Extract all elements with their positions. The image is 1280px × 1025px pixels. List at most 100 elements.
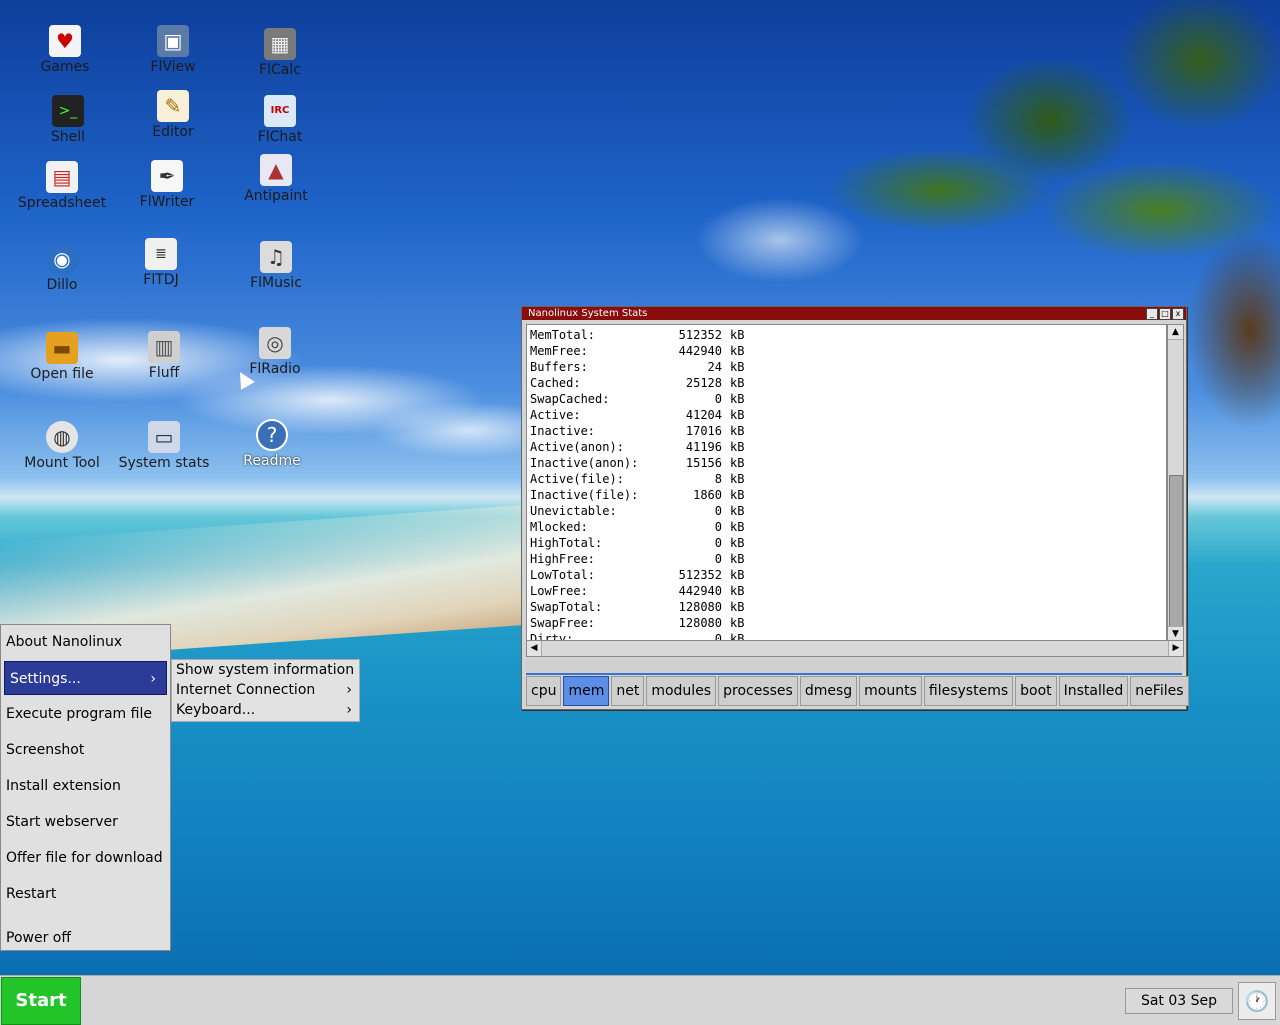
stats-unit: kB <box>730 392 745 406</box>
menu-item-screenshot[interactable]: Screenshot <box>1 733 170 767</box>
desktop-icon-flview[interactable]: ▣ FlView <box>123 25 223 75</box>
tab-net[interactable]: net <box>611 676 645 706</box>
desktop-icon-label: Readme <box>243 453 301 469</box>
menu-item-offer-file-for-download[interactable]: Offer file for download <box>1 841 170 875</box>
desktop-icon-shell[interactable]: >_ Shell <box>18 95 118 145</box>
tab-installed[interactable]: Installed <box>1058 676 1129 706</box>
stats-value: 128080 <box>678 616 722 630</box>
stats-value: 512352 <box>678 328 722 342</box>
desktop-icon-open-file[interactable]: ▬ Open file <box>12 332 112 382</box>
desktop-icon-flmusic[interactable]: ♫ FlMusic <box>226 241 326 291</box>
tab-nefiles[interactable]: neFiles <box>1130 676 1189 706</box>
stats-unit: kB <box>730 360 745 374</box>
desktop-icon-flwriter[interactable]: ✒ FlWriter <box>117 160 217 210</box>
desktop-icon-fltdj[interactable]: ≣ FlTDJ <box>111 238 211 288</box>
minimize-button[interactable]: _ <box>1146 308 1158 320</box>
scroll-thumb[interactable] <box>1169 475 1183 627</box>
stats-row: LowTotal: 512352 kB <box>530 567 744 583</box>
stats-row: Buffers: 24 kB <box>530 359 744 375</box>
stats-unit: kB <box>730 488 745 502</box>
submenu-item-show-system-information[interactable]: Show system information <box>176 660 356 680</box>
stats-unit: kB <box>730 584 745 598</box>
stats-key: Inactive(anon): <box>530 456 639 470</box>
menu-item-about-nanolinux[interactable]: About Nanolinux <box>1 625 170 659</box>
menu-item-restart[interactable]: Restart <box>1 877 170 911</box>
stats-key: LowFree: <box>530 584 588 598</box>
stats-value: 442940 <box>678 584 722 598</box>
stats-value: 25128 <box>685 376 722 390</box>
desktop-icon-label: FlTDJ <box>143 272 179 288</box>
stats-row: SwapCached: 0 kB <box>530 391 744 407</box>
scroll-right-button[interactable]: ▶ <box>1168 641 1183 656</box>
stats-row: HighTotal: 0 kB <box>530 535 744 551</box>
scroll-left-button[interactable]: ◀ <box>527 641 542 656</box>
stats-row: SwapTotal: 128080 kB <box>530 599 744 615</box>
menu-item-install-extension[interactable]: Install extension <box>1 769 170 803</box>
scroll-up-button[interactable]: ▲ <box>1168 325 1183 340</box>
stats-value: 512352 <box>678 568 722 582</box>
maximize-button[interactable]: □ <box>1159 308 1171 320</box>
menu-item-power-off[interactable]: Power off <box>1 921 170 955</box>
desktop-icon-label: Dillo <box>46 277 78 293</box>
tab-mounts[interactable]: mounts <box>859 676 922 706</box>
menu-item-start-webserver[interactable]: Start webserver <box>1 805 170 839</box>
stats-value: 8 <box>714 472 722 486</box>
stats-key: HighTotal: <box>530 536 603 550</box>
status-strip <box>526 659 1182 675</box>
desktop-icon-games[interactable]: ♥ Games <box>15 25 115 75</box>
start-button[interactable]: Start <box>1 977 81 1025</box>
submenu-item-keyboard[interactable]: Keyboard... › <box>176 700 356 720</box>
close-button[interactable]: x <box>1172 308 1184 320</box>
stats-unit: kB <box>730 568 745 582</box>
horizontal-scrollbar[interactable]: ◀ ▶ <box>526 640 1184 657</box>
stats-value: 442940 <box>678 344 722 358</box>
tab-dmesg[interactable]: dmesg <box>799 676 858 706</box>
stats-value: 41196 <box>685 440 722 454</box>
desktop-icon-label: Editor <box>152 124 194 140</box>
stats-value: 0 <box>714 504 722 518</box>
date-display[interactable]: Sat 03 Sep <box>1125 988 1233 1014</box>
vertical-scrollbar[interactable]: ▲ ▼ <box>1167 324 1184 642</box>
desktop-icon-readme[interactable]: ? Readme <box>222 419 322 469</box>
window-titlebar[interactable]: Nanolinux System Stats _ □ x <box>522 307 1186 320</box>
stats-key: Buffers: <box>530 360 588 374</box>
stats-key: Unevictable: <box>530 504 617 518</box>
tab-filesystems[interactable]: filesystems <box>923 676 1014 706</box>
menu-item-execute-program-file[interactable]: Execute program file <box>1 697 170 731</box>
desktop-icon-fluff[interactable]: ▥ Fluff <box>114 331 214 381</box>
menu-item-settings[interactable]: Settings... › <box>4 661 167 695</box>
tab-modules[interactable]: modules <box>646 676 717 706</box>
stats-text-area[interactable]: MemTotal: 512352 kB MemFree: 442940 kB Buffers… <box>526 324 1167 642</box>
desktop-icon-editor[interactable]: ✎ Editor <box>123 90 223 140</box>
desktop-icon-mount-tool[interactable]: ◍ Mount Tool <box>12 421 112 471</box>
menu-item-label: Start webserver <box>6 814 118 830</box>
scroll-down-button[interactable]: ▼ <box>1168 626 1183 641</box>
stats-row: MemFree: 442940 kB <box>530 343 744 359</box>
desktop-icon-flradio[interactable]: ◎ FlRadio <box>225 327 325 377</box>
tab-boot[interactable]: boot <box>1015 676 1057 706</box>
desktop-icon-dillo[interactable]: ◉ Dillo <box>12 243 112 293</box>
stats-key: SwapFree: <box>530 616 596 630</box>
taskbar: Start Sat 03 Sep 🕐 <box>0 975 1280 1025</box>
desktop-icon-label: FlChat <box>257 129 303 145</box>
stats-key: LowTotal: <box>530 568 596 582</box>
chevron-right-icon: › <box>150 671 156 687</box>
tab-processes[interactable]: processes <box>718 676 798 706</box>
submenu-item-internet-connection[interactable]: Internet Connection › <box>176 680 356 700</box>
desktop-icon-antipaint[interactable]: ▲ Antipaint <box>226 154 326 204</box>
desktop-icon-label: FlView <box>150 59 196 75</box>
stats-value: 41204 <box>685 408 722 422</box>
desktop-icon-spreadsheet[interactable]: ▤ Spreadsheet <box>12 161 112 211</box>
desktop-icon-flchat[interactable]: IRC FlChat <box>230 95 330 145</box>
desktop-icon-label: Games <box>40 59 90 75</box>
tab-cpu[interactable]: cpu <box>526 676 562 706</box>
analog-clock-icon[interactable]: 🕐 <box>1238 982 1276 1020</box>
desktop-icon-label: System stats <box>118 455 210 471</box>
desktop-icon-system-stats[interactable]: ▭ System stats <box>114 421 214 471</box>
tab-mem[interactable]: mem <box>563 676 610 706</box>
stats-key: HighFree: <box>530 552 596 566</box>
stats-key: Cached: <box>530 376 581 390</box>
globe-browser-icon: ◉ <box>46 243 78 275</box>
desktop-icon-flcalc[interactable]: ▦ FlCalc <box>230 28 330 78</box>
desktop-icon-label: FlWriter <box>139 194 195 210</box>
